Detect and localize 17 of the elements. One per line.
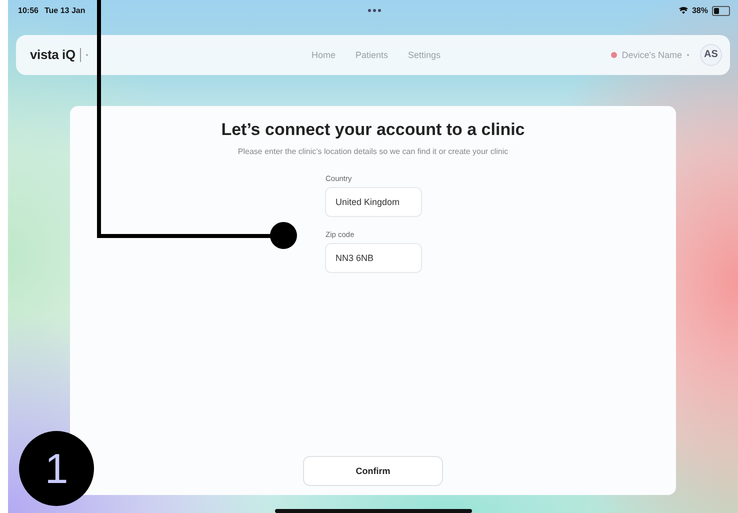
confirm-button[interactable]: Confirm — [303, 456, 443, 486]
status-date: Tue 13 Jan — [44, 6, 86, 16]
input-field[interactable]: United Kingdom — [324, 186, 422, 217]
logo[interactable]: vista iQ — [30, 47, 76, 62]
dot-icon — [86, 54, 88, 56]
status-time: 10:56 — [18, 6, 38, 16]
wifi-icon — [678, 7, 688, 14]
separator-line — [80, 48, 82, 62]
battery-percent: 38% — [692, 6, 708, 16]
step-number-badge: 1 — [19, 431, 94, 506]
input-field[interactable]: NN3 6NB — [324, 242, 422, 273]
battery-icon — [712, 6, 730, 16]
avatar[interactable]: AS — [700, 44, 722, 66]
more-dots-icon[interactable] — [368, 9, 380, 12]
page-subtitle: Please enter the clinic’s location details so we can find it or create your clinic — [238, 146, 508, 156]
dot-icon — [686, 54, 689, 56]
page-title: Let’s connect your account to a clinic — [221, 120, 525, 140]
